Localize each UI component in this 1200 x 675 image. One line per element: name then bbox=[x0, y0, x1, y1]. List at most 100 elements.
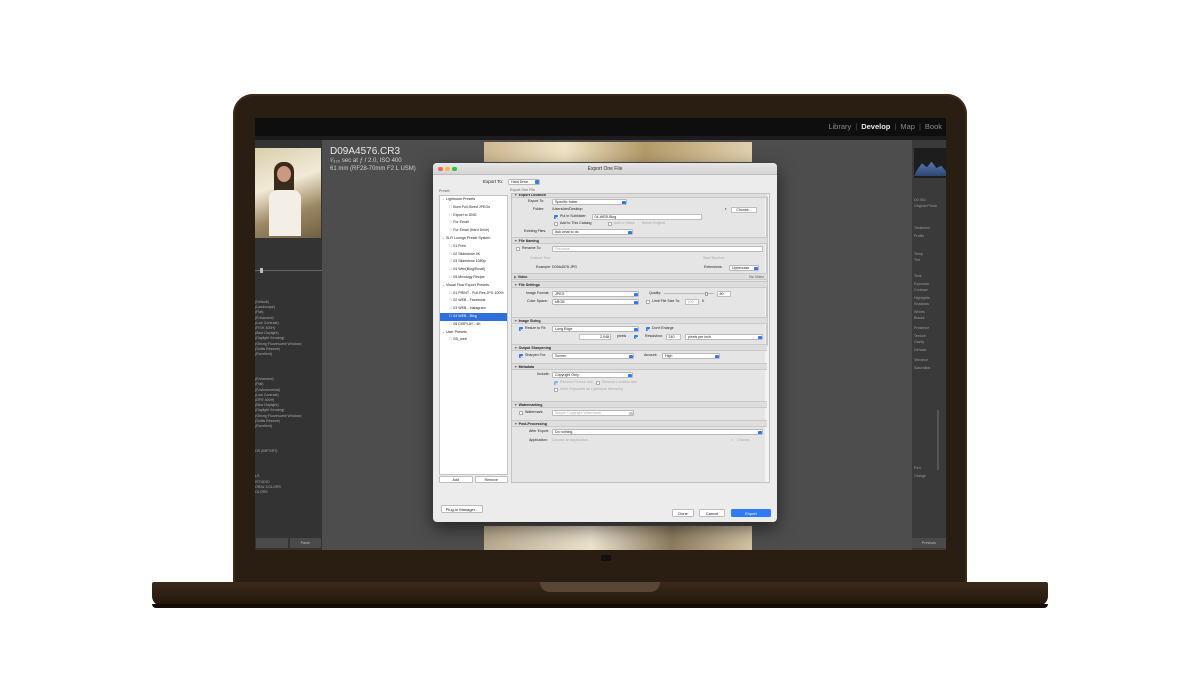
chevron-down-icon[interactable]: ▾ bbox=[725, 207, 727, 212]
watermark-checkbox[interactable] bbox=[519, 410, 523, 415]
section-title: File Settings bbox=[518, 283, 540, 287]
limit-size-checkbox[interactable] bbox=[646, 299, 650, 304]
slider-knob[interactable] bbox=[260, 268, 263, 273]
preset-item[interactable]: 05 DISPLAY - 4K bbox=[440, 321, 507, 329]
profile-list-item[interactable]: OLORS bbox=[255, 490, 322, 495]
resolution-unit-select[interactable]: pixels per inch bbox=[685, 334, 763, 340]
section-watermarking[interactable]: ▼Watermarking bbox=[512, 401, 767, 408]
done-button[interactable]: Done bbox=[672, 509, 694, 517]
export-button[interactable]: Export bbox=[731, 509, 771, 517]
preset-item[interactable]: 02 WEB - Facebook bbox=[440, 297, 507, 305]
remove-location-info-checkbox[interactable] bbox=[596, 380, 600, 385]
sharpen-checkbox[interactable] bbox=[519, 353, 523, 358]
limit-size-field[interactable]: 100 bbox=[685, 299, 699, 305]
quality-slider-knob[interactable] bbox=[705, 291, 708, 296]
export-to-select[interactable]: Hard Drive bbox=[508, 178, 540, 185]
minimize-window-button[interactable] bbox=[445, 166, 450, 171]
add-to-stack-checkbox[interactable] bbox=[608, 221, 612, 226]
develop-control-label: Treatment bbox=[914, 226, 931, 230]
chevron-down-icon bbox=[628, 411, 633, 415]
preset-item[interactable]: 04 Web(Blog/Email) bbox=[440, 266, 507, 274]
copy-button[interactable] bbox=[256, 538, 288, 548]
chevron-down-icon bbox=[628, 354, 633, 358]
develop-control-label: Exposure bbox=[914, 282, 930, 286]
chevron-down-icon bbox=[627, 373, 632, 377]
preset-folder[interactable]: Lightroom Presets bbox=[440, 196, 507, 204]
resize-mode-select[interactable]: Long Edge bbox=[552, 326, 639, 332]
preset-item[interactable]: For Email (Hard Drive) bbox=[440, 227, 507, 235]
quality-value[interactable]: 80 bbox=[717, 291, 731, 297]
video-note: No Video bbox=[749, 275, 764, 279]
preset-item[interactable]: Export to DNG bbox=[440, 212, 507, 220]
paste-button[interactable]: Paste bbox=[289, 538, 321, 548]
preset-item[interactable]: SD_web bbox=[440, 336, 507, 344]
preset-item[interactable]: For Email bbox=[440, 219, 507, 227]
existing-files-select[interactable]: Ask what to do bbox=[552, 229, 633, 235]
previous-button[interactable]: Previous bbox=[912, 538, 946, 548]
remove-preset-button[interactable]: Remove bbox=[474, 476, 508, 483]
resolution-field[interactable]: 240 bbox=[666, 334, 681, 340]
section-metadata[interactable]: ▼Metadata bbox=[512, 363, 767, 370]
plugin-manager-button[interactable]: Plug-in Manager... bbox=[441, 505, 483, 513]
image-format-select[interactable]: JPEG bbox=[552, 291, 639, 297]
section-video[interactable]: ▶Video No Video bbox=[512, 273, 767, 280]
navigator-zoom-slider[interactable] bbox=[255, 268, 322, 273]
resize-to-fit-checkbox[interactable] bbox=[519, 326, 523, 331]
section-title: Post-Processing bbox=[518, 422, 547, 426]
section-image-sizing[interactable]: ▼Image Sizing bbox=[512, 317, 767, 324]
cancel-button[interactable]: Cancel bbox=[699, 509, 725, 517]
preset-item[interactable]: 05 Mixology Recipe bbox=[440, 274, 507, 282]
tone-curve-slider[interactable] bbox=[937, 410, 939, 470]
amount-select[interactable]: High bbox=[662, 353, 720, 359]
module-develop[interactable]: Develop bbox=[861, 122, 890, 131]
preset-folder[interactable]: SLR Lounge Preset System bbox=[440, 235, 507, 243]
preset-item[interactable]: 03 Slideshow 1080p bbox=[440, 258, 507, 266]
put-in-subfolder-checkbox[interactable] bbox=[554, 214, 558, 219]
choose-folder-button[interactable]: Choose... bbox=[731, 206, 757, 213]
long-edge-size-field[interactable]: 2,048 bbox=[579, 334, 611, 340]
sharpen-for-select[interactable]: Screen bbox=[552, 353, 634, 359]
preset-folder[interactable]: Visual Flow Export Presets bbox=[440, 282, 507, 290]
keyword-hierarchy-checkbox[interactable] bbox=[554, 387, 558, 392]
size-unit-dropdown[interactable] bbox=[634, 334, 638, 339]
module-book[interactable]: Book bbox=[925, 122, 942, 131]
add-preset-button[interactable]: Add bbox=[439, 476, 473, 483]
section-file-naming[interactable]: ▼File Naming bbox=[512, 237, 767, 244]
rename-checkbox[interactable] bbox=[516, 246, 520, 251]
metadata-include-select[interactable]: Copyright Only bbox=[552, 372, 633, 378]
preset-folder[interactable]: User Presets bbox=[440, 329, 507, 337]
export-one-file-label: Export One File bbox=[510, 188, 535, 192]
section-export-location[interactable]: ▼Export Location bbox=[512, 194, 767, 198]
after-export-select[interactable]: Do nothing bbox=[552, 429, 763, 435]
preset-item[interactable]: 02 Slideshow 4K bbox=[440, 251, 507, 259]
choose-application-button[interactable]: Choose... bbox=[737, 438, 752, 443]
dont-enlarge-checkbox[interactable] bbox=[646, 326, 650, 331]
preset-item[interactable]: 01 Print bbox=[440, 243, 507, 251]
section-post-processing[interactable]: ▼Post-Processing bbox=[512, 420, 767, 427]
remove-person-info-checkbox[interactable] bbox=[554, 380, 558, 385]
preset-item[interactable]: 04 WEB - Blog bbox=[440, 312, 507, 321]
preset-item[interactable]: 03 WEB - Instagram bbox=[440, 305, 507, 313]
add-to-stack-value[interactable]: Below Original bbox=[642, 221, 665, 226]
add-to-catalog-checkbox[interactable] bbox=[554, 221, 558, 226]
watermark-select[interactable]: Simple Copyright Watermark bbox=[552, 410, 634, 416]
location-export-to-select[interactable]: Specific folder bbox=[552, 199, 627, 205]
watermark-value: Simple Copyright Watermark bbox=[555, 411, 601, 415]
chevron-down-icon bbox=[753, 266, 758, 270]
section-file-settings[interactable]: ▼File Settings bbox=[512, 281, 767, 288]
color-space-select[interactable]: sRGB bbox=[552, 299, 639, 305]
preset-item[interactable]: 01 PRINT - Full-Res JPG 100% bbox=[440, 290, 507, 298]
subfolder-name-field[interactable]: 04-WEB-Blog bbox=[592, 214, 702, 220]
application-field[interactable]: Choose an application... bbox=[552, 438, 591, 443]
zoom-window-button[interactable] bbox=[452, 166, 457, 171]
module-library[interactable]: Library bbox=[828, 122, 851, 131]
rename-template-select[interactable]: Filename bbox=[552, 246, 763, 252]
close-window-button[interactable] bbox=[438, 166, 443, 171]
preset-item[interactable]: Burn Full-Sized JPEGs bbox=[440, 204, 507, 212]
navigator-preview[interactable] bbox=[255, 148, 321, 238]
module-map[interactable]: Map bbox=[900, 122, 915, 131]
remove-person-info-label: Remove Person Info bbox=[560, 380, 593, 384]
extensions-select[interactable]: Uppercase bbox=[729, 265, 759, 271]
limit-size-label: Limit File Size To: bbox=[652, 299, 681, 303]
section-output-sharpening[interactable]: ▼Output Sharpening bbox=[512, 344, 767, 351]
